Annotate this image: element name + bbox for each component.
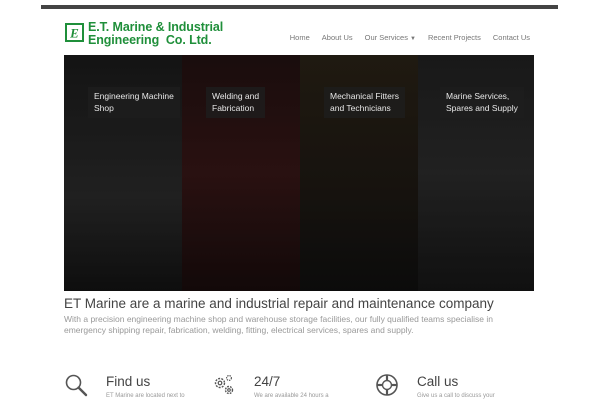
hero-label-line: Engineering Machine [94,91,174,101]
hero-label-line: Shop [94,102,114,113]
nav-contact-us[interactable]: Contact Us [493,33,530,42]
lifebuoy-icon [376,374,398,396]
main-nav: Home About Us Our Services ▼ Recent Proje… [278,33,530,42]
hero-label-line: Marine Services, [446,91,510,101]
feature-text: ET Marine are located next to [106,393,185,399]
hero-label-line: Welding and [212,91,260,101]
page-headline: ET Marine are a marine and industrial re… [64,296,494,311]
feature-title: Call us [417,374,459,389]
hero-label-fitters[interactable]: Mechanical Fitters and Technicians [324,87,405,118]
hero-label-welding[interactable]: Welding and Fabrication [206,87,266,118]
page-container: E E.T. Marine & Industrial Engineering C… [41,9,558,400]
feature-text: We are available 24 hours a [254,393,329,399]
nav-recent-projects[interactable]: Recent Projects [428,33,481,42]
feature-text: Give us a call to discuss your [417,393,495,399]
nav-about-us[interactable]: About Us [322,33,353,42]
feature-title: 24/7 [254,374,281,389]
hero-banner: Engineering Machine Shop Welding and Fab… [64,55,534,291]
nav-home[interactable]: Home [290,33,310,42]
gears-icon [214,374,234,395]
feature-title: Find us [106,374,151,389]
logo-line-2: Engineering Co. Ltd. [88,33,212,47]
site-logo[interactable]: E E.T. Marine & Industrial Engineering C… [65,21,223,49]
caret-down-icon: ▼ [409,36,416,42]
hero-label-line: Spares and Supply [446,102,518,113]
logo-mark-letter: E [69,26,79,41]
hero-label-machine-shop[interactable]: Engineering Machine Shop [88,87,180,118]
logo-mark-icon: E [65,23,84,42]
logo-wordmark: E.T. Marine & Industrial Engineering Co.… [88,21,223,47]
hero-label-line: and Technicians [330,102,391,113]
intro-paragraph: With a precision engineering machine sho… [64,314,494,335]
nav-our-services[interactable]: Our Services ▼ [365,33,416,42]
hero-label-line: Fabrication [212,102,255,113]
nav-our-services-label: Our Services [364,33,408,42]
hero-label-line: Mechanical Fitters [330,91,399,101]
search-icon [65,374,88,397]
hero-label-marine-services[interactable]: Marine Services, Spares and Supply [440,87,524,118]
